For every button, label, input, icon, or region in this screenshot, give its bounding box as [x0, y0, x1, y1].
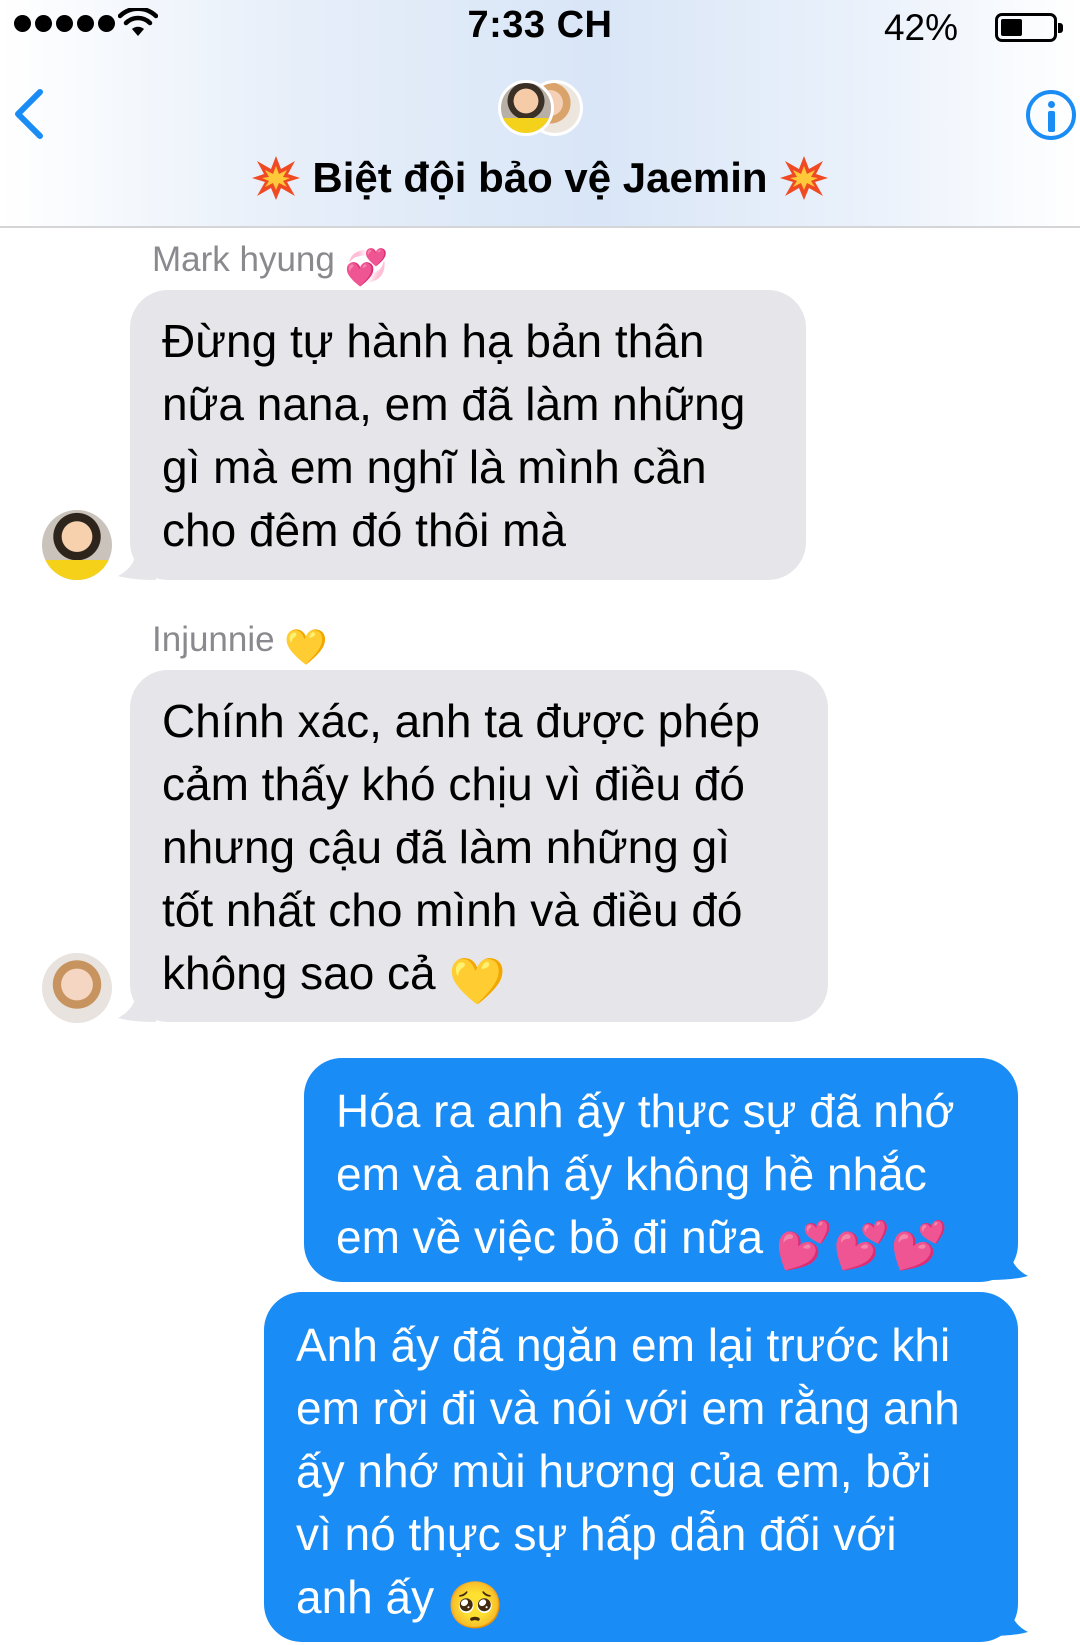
- battery-level-fill: [1001, 19, 1022, 36]
- sender-name: Mark hyung 💞: [152, 240, 389, 287]
- group-avatar[interactable]: [498, 80, 584, 138]
- pleading-face-icon: 🥺: [446, 1579, 505, 1631]
- message-line: em và anh ấy không hề nhắc: [336, 1148, 927, 1200]
- revolving-hearts-icon: 💞: [344, 248, 389, 287]
- status-bar: 7:33 CH 42%: [0, 0, 1080, 58]
- message-bubble[interactable]: Chính xác, anh ta được phép cảm thấy khó…: [130, 670, 828, 1022]
- info-icon: [1048, 101, 1055, 108]
- message-line: nhưng cậu đã làm những gì: [162, 821, 730, 873]
- message-line: cảm thấy khó chịu vì điều đó: [162, 758, 745, 810]
- message-line: em rời đi và nói với em rằng anh: [296, 1382, 960, 1434]
- info-button[interactable]: [1026, 90, 1076, 140]
- message-line: Chính xác, anh ta được phép: [162, 695, 760, 747]
- two-hearts-icon: 💕💕💕: [775, 1219, 948, 1271]
- message-line: gì mà em nghĩ là mình cần: [162, 441, 707, 493]
- collision-icon: [780, 156, 829, 200]
- message-bubble[interactable]: Anh ấy đã ngăn em lại trước khi em rời đ…: [264, 1292, 1018, 1642]
- message-bubble[interactable]: Đừng tự hành hạ bản thân nữa nana, em đã…: [130, 290, 806, 580]
- chat-title[interactable]: Biệt đội bảo vệ Jaemin: [0, 154, 1080, 202]
- chat-title-text: Biệt đội bảo vệ Jaemin: [312, 154, 768, 201]
- message-line: em về việc bỏ đi nữa 💕💕💕: [336, 1206, 992, 1277]
- back-button[interactable]: [8, 86, 48, 142]
- collision-icon: [251, 156, 300, 200]
- message-line: cho đêm đó thôi mà: [162, 504, 567, 556]
- message-line: Hóa ra anh ấy thực sự đã nhớ: [336, 1085, 955, 1137]
- message-line: không sao cả 💛: [162, 942, 798, 1013]
- message-line: nữa nana, em đã làm những: [162, 378, 746, 430]
- conversation-header: 7:33 CH 42% Biệt đội bảo vệ Jaemin: [0, 0, 1080, 228]
- member-avatar: [498, 80, 554, 136]
- yellow-heart-icon: 💛: [284, 628, 328, 667]
- message-line: vì nó thực sự hấp dẫn đối với: [296, 1508, 897, 1560]
- avatar[interactable]: [42, 953, 112, 1023]
- message-line: Anh ấy đã ngăn em lại trước khi: [296, 1319, 951, 1371]
- message-line: ấy nhớ mùi hương của em, bởi: [296, 1445, 932, 1497]
- battery-percentage: 42%: [883, 7, 958, 48]
- battery-icon: [995, 13, 1063, 42]
- message-bubble[interactable]: Hóa ra anh ấy thực sự đã nhớ em và anh ấ…: [304, 1058, 1018, 1282]
- sender-name: Injunnie 💛: [152, 620, 328, 667]
- avatar[interactable]: [42, 510, 112, 580]
- message-line: anh ấy 🥺: [296, 1566, 992, 1637]
- yellow-heart-icon: 💛: [448, 955, 506, 1007]
- message-line: Đừng tự hành hạ bản thân: [162, 315, 705, 367]
- message-line: tốt nhất cho mình và điều đó: [162, 884, 743, 936]
